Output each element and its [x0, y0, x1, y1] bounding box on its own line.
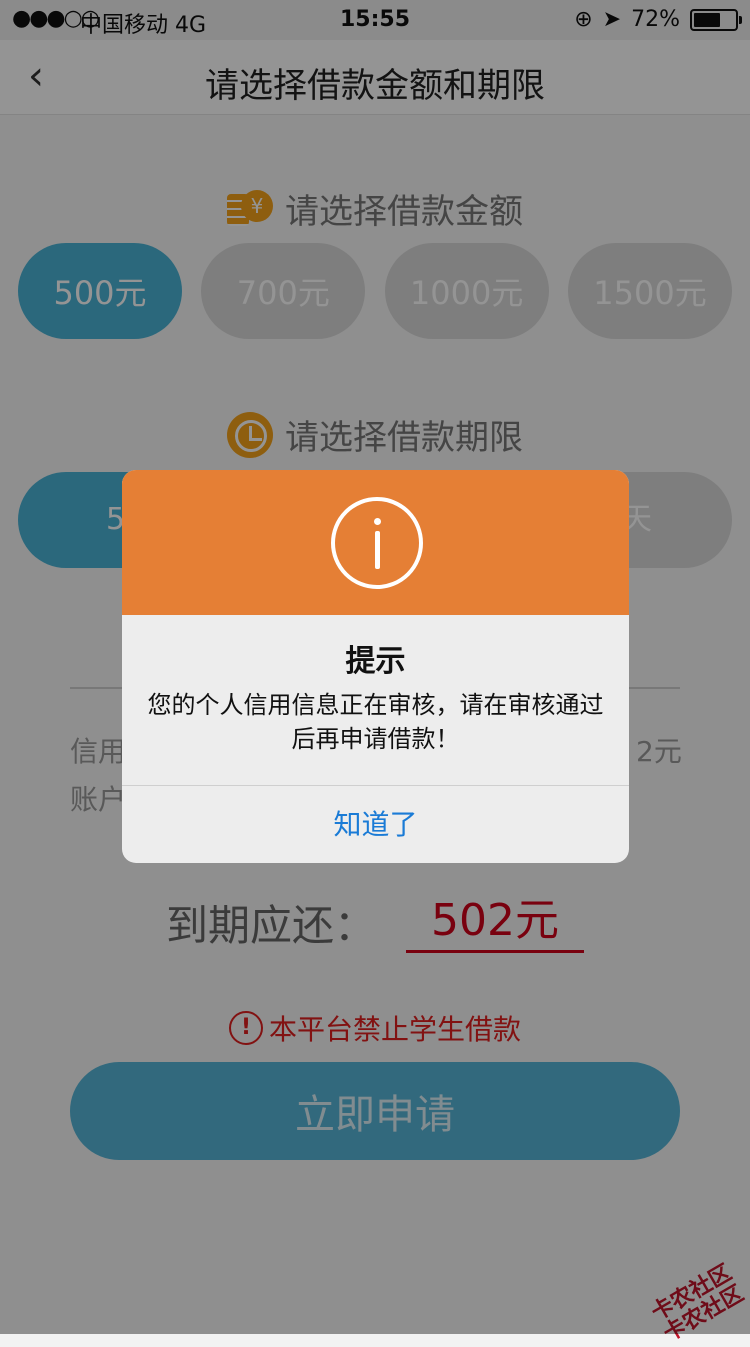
info-icon — [331, 497, 423, 589]
dialog-header — [122, 470, 629, 615]
dialog-ok-button[interactable]: 知道了 — [122, 786, 629, 863]
alert-dialog: 提示 您的个人信用信息正在审核，请在审核通过后再申请借款！ 知道了 — [122, 470, 629, 863]
dialog-message: 您的个人信用信息正在审核，请在审核通过后再申请借款！ — [147, 691, 604, 753]
dialog-title: 提示 — [345, 644, 406, 679]
